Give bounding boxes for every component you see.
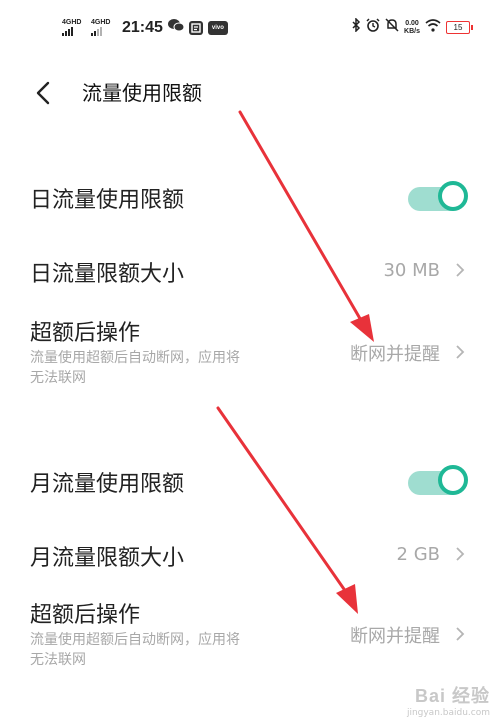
chevron-right-icon bbox=[454, 342, 466, 362]
signal-icon-1: 4GHD bbox=[62, 19, 86, 36]
daily-limit-row[interactable]: 日流量使用限额 bbox=[0, 176, 500, 222]
toggle-knob bbox=[438, 465, 468, 495]
monthly-limit-label: 月流量使用限额 bbox=[30, 472, 185, 497]
clock: 21:45 bbox=[122, 18, 163, 36]
wifi-icon bbox=[425, 18, 441, 37]
daily-action-label: 超额后操作 bbox=[30, 321, 141, 346]
daily-size-label: 日流量限额大小 bbox=[30, 262, 185, 287]
watermark-url: jingyan.baidu.com bbox=[406, 708, 490, 718]
bluetooth-icon bbox=[351, 17, 361, 37]
page-title: 流量使用限额 bbox=[82, 81, 202, 105]
baidu-watermark: Bai 经验 jingyan.baidu.com bbox=[407, 682, 490, 718]
status-bar: 4GHD 4GHD 21:45 vivo 0.00 KB/s 15 bbox=[0, 0, 500, 58]
daily-action-value: 断网并提醒 bbox=[350, 344, 440, 365]
daily-limit-toggle[interactable] bbox=[408, 181, 468, 211]
network-type-label: 4GHD bbox=[62, 19, 82, 26]
monthly-action-label: 超额后操作 bbox=[30, 603, 141, 628]
monthly-action-value: 断网并提醒 bbox=[350, 626, 440, 647]
monthly-limit-row[interactable]: 月流量使用限额 bbox=[0, 460, 500, 506]
monthly-size-value: 2 GB bbox=[396, 544, 440, 565]
wechat-icon bbox=[167, 18, 185, 37]
battery-icon: 15 bbox=[446, 21, 473, 34]
network-type-label: 4GHD bbox=[91, 19, 111, 26]
monthly-action-description: 流量使用超额后自动断网，应用将无法联网 bbox=[30, 632, 240, 668]
status-bar-left: 4GHD 4GHD 21:45 vivo bbox=[62, 18, 228, 37]
mute-icon bbox=[385, 18, 399, 37]
chevron-right-icon bbox=[454, 624, 466, 644]
signal-icon-2: 4GHD bbox=[91, 19, 115, 36]
monthly-size-row[interactable]: 月流量限额大小 2 GB bbox=[0, 536, 500, 576]
daily-size-row[interactable]: 日流量限额大小 30 MB bbox=[0, 252, 500, 292]
annotation-arrow-daily bbox=[238, 110, 374, 342]
page-header: 流量使用限额 bbox=[0, 72, 500, 116]
status-bar-right: 0.00 KB/s 15 bbox=[351, 17, 473, 37]
network-speed-unit: KB/s bbox=[404, 27, 420, 35]
annotation-arrow-monthly bbox=[216, 406, 358, 614]
network-speed-value: 0.00 bbox=[405, 19, 419, 27]
chevron-right-icon bbox=[454, 260, 466, 280]
alarm-icon bbox=[366, 18, 380, 37]
daily-limit-label: 日流量使用限额 bbox=[30, 188, 185, 213]
monthly-action-row[interactable]: 超额后操作 流量使用超额后自动断网，应用将无法联网 断网并提醒 bbox=[0, 597, 500, 677]
watermark-logo-text: Bai 经验 bbox=[414, 686, 490, 706]
back-arrow-icon[interactable] bbox=[30, 78, 60, 108]
toggle-knob bbox=[438, 181, 468, 211]
daily-action-description: 流量使用超额后自动断网，应用将无法联网 bbox=[30, 350, 240, 386]
network-speed: 0.00 KB/s bbox=[404, 20, 420, 36]
vivo-icon: vivo bbox=[207, 20, 228, 35]
monthly-size-label: 月流量限额大小 bbox=[30, 546, 185, 571]
monthly-limit-toggle[interactable] bbox=[408, 465, 468, 495]
chevron-right-icon bbox=[454, 544, 466, 564]
daily-size-value: 30 MB bbox=[383, 260, 440, 281]
daily-action-row[interactable]: 超额后操作 流量使用超额后自动断网，应用将无法联网 断网并提醒 bbox=[0, 315, 500, 395]
app-notification-icon bbox=[188, 20, 203, 35]
